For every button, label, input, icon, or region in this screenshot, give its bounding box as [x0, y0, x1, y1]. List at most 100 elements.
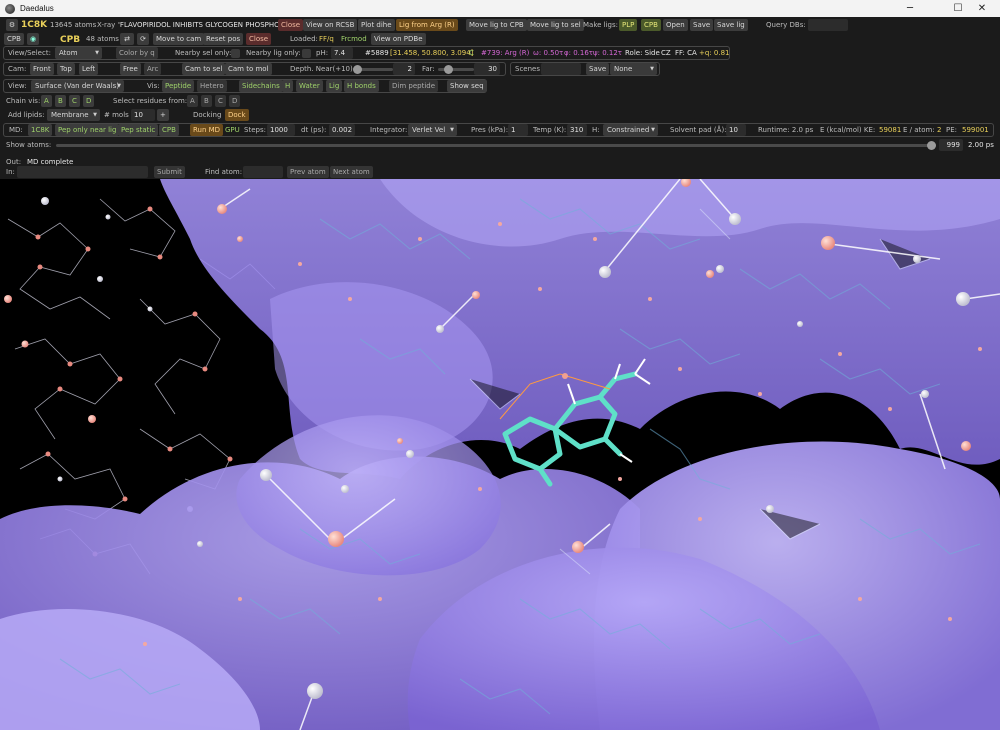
move-to-cam-button[interactable]: Move to cam	[153, 33, 205, 45]
dim-peptide-button[interactable]: Dim peptide	[389, 80, 439, 92]
add-lipids-label: Add lipids:	[8, 111, 45, 119]
vis-sidechains-button[interactable]: Sidechains	[239, 80, 283, 92]
prev-atom-button[interactable]: Prev atom	[287, 166, 329, 178]
pe-label: PE:	[946, 126, 958, 134]
show-seq-button[interactable]: Show seq	[447, 80, 487, 92]
save-lig-button[interactable]: Save lig	[714, 19, 748, 31]
depth-near-slider-knob[interactable]	[353, 65, 362, 74]
vis-hetero-button[interactable]: Hetero	[197, 80, 227, 92]
view-rcsb-button[interactable]: View on RCSB	[303, 19, 358, 31]
make-lig-cpb-button[interactable]: CPB	[641, 19, 661, 31]
chain-d-button[interactable]: D	[83, 95, 95, 107]
find-atom-input[interactable]	[243, 166, 283, 178]
close-icon[interactable]: ✕	[964, 0, 1000, 17]
refresh-icon[interactable]: ⟳	[137, 33, 149, 45]
scene-name-input[interactable]	[541, 63, 581, 75]
frame-slider-knob[interactable]	[927, 141, 936, 150]
cam-top-button[interactable]: Top	[57, 63, 75, 75]
eye-icon[interactable]: ◉	[27, 33, 39, 45]
vis-lig-button[interactable]: Lig	[326, 80, 343, 92]
frame-input[interactable]: 999	[939, 139, 963, 151]
move-lig-cpb-button[interactable]: Move lig to CPB	[466, 19, 527, 31]
row-input: In: Submit Find atom: Prev atom Next ato…	[0, 166, 1000, 179]
minimize-icon[interactable]: ─	[892, 0, 928, 17]
vis-water-button[interactable]: Water	[296, 80, 323, 92]
view-select-dropdown[interactable]: Atom	[55, 47, 102, 59]
lig-atoms: 48 atoms	[86, 35, 119, 43]
integrator-dropdown[interactable]: Verlet Vel	[408, 124, 457, 136]
atom-position: [31.458, 50.800, 3.094]	[390, 49, 474, 57]
dt-input[interactable]: 0.002	[329, 124, 355, 136]
pres-input[interactable]: 1	[508, 124, 528, 136]
pep-static-button[interactable]: Pep static	[118, 124, 159, 136]
lig-from-arg-button[interactable]: Lig from Arg (R)	[396, 19, 458, 31]
color-by-q-button[interactable]: Color by q	[116, 47, 158, 59]
depth-far-input[interactable]: 30	[474, 63, 500, 75]
query-dbs-input[interactable]	[808, 19, 848, 31]
chain-c-button[interactable]: C	[69, 95, 80, 107]
sel-chain-a-button[interactable]: A	[187, 95, 198, 107]
sel-chain-d-button[interactable]: D	[229, 95, 241, 107]
md-cpb-button[interactable]: CPB	[159, 124, 179, 136]
ph-input[interactable]: 7.4	[331, 47, 353, 59]
sel-chain-b-button[interactable]: B	[201, 95, 212, 107]
reset-pos-button[interactable]: Reset pos	[203, 33, 244, 45]
molecule-viewport[interactable]	[0, 179, 1000, 730]
cam-to-mol-button[interactable]: Cam to mol	[225, 63, 272, 75]
temp-input[interactable]: 310	[567, 124, 587, 136]
lipid-type-dropdown[interactable]: Membrane	[47, 109, 100, 121]
depth-near-input[interactable]: 2	[393, 63, 415, 75]
nearby-sel-checkbox[interactable]	[231, 49, 240, 58]
n-mols-input[interactable]: 10	[131, 109, 155, 121]
h-constraint-dropdown[interactable]: Constrained	[603, 124, 658, 136]
n-mols-label: # mols	[104, 111, 129, 119]
phi-angle: φ: 0.16τ	[564, 49, 594, 57]
cam-to-sel-button[interactable]: Cam to sel	[182, 63, 226, 75]
cam-left-button[interactable]: Left	[79, 63, 99, 75]
vis-hbonds-button[interactable]: H bonds	[344, 80, 379, 92]
scene-dropdown[interactable]: None	[610, 63, 657, 75]
open-button[interactable]: Open	[663, 19, 688, 31]
view-mode-dropdown[interactable]: Surface (Van der Waals)	[31, 80, 124, 92]
mol-description: 'FLAVOPIRIDOL INHIBITS GLYCOGEN PHOSPHOR…	[118, 21, 291, 29]
submit-button[interactable]: Submit	[154, 166, 185, 178]
plot-dihe-button[interactable]: Plot dihe	[358, 19, 395, 31]
solvent-pad-label: Solvent pad (Å):	[670, 126, 727, 134]
sel-chain-c-button[interactable]: C	[215, 95, 226, 107]
gpu-label: GPU	[225, 126, 240, 134]
scene-save-button[interactable]: Save	[586, 63, 610, 75]
vis-h-button[interactable]: H	[282, 80, 294, 92]
depth-far-slider[interactable]	[438, 68, 474, 71]
md-pdb-button[interactable]: 1C8K	[28, 124, 53, 136]
row-ligand: CPB ◉ CPB 48 atoms ⇄ ⟳ Move to cam Reset…	[0, 33, 1000, 46]
depth-far-slider-knob[interactable]	[444, 65, 454, 74]
atom-number: #5889	[365, 49, 389, 57]
command-input[interactable]	[17, 166, 148, 178]
save-button[interactable]: Save	[690, 19, 714, 31]
chain-b-button[interactable]: B	[55, 95, 66, 107]
vis-peptide-button[interactable]: Peptide	[162, 80, 195, 92]
make-lig-plp-button[interactable]: PLP	[619, 19, 638, 31]
next-atom-button[interactable]: Next atom	[330, 166, 373, 178]
close-lig-button[interactable]: Close	[246, 33, 272, 45]
chain-a-button[interactable]: A	[41, 95, 52, 107]
add-lipid-plus-button[interactable]: +	[157, 109, 169, 121]
cam-arc-button[interactable]: Arc	[144, 63, 162, 75]
swap-icon[interactable]: ⇄	[120, 33, 134, 45]
frame-slider[interactable]	[56, 144, 936, 147]
show-atoms-label: Show atoms:	[6, 141, 52, 149]
move-lig-sel-button[interactable]: Move lig to sel	[527, 19, 584, 31]
close-mol-button[interactable]: Close	[278, 19, 304, 31]
steps-input[interactable]: 1000	[267, 124, 295, 136]
lig-cpb-button[interactable]: CPB	[4, 33, 24, 45]
pep-only-near-lig-button[interactable]: Pep only near lig	[55, 124, 120, 136]
solvent-pad-input[interactable]: 10	[726, 124, 746, 136]
nearby-lig-checkbox[interactable]	[302, 49, 311, 58]
cam-free-button[interactable]: Free	[120, 63, 141, 75]
view-pdbe-button[interactable]: View on PDBe	[371, 33, 426, 45]
settings-gear-icon[interactable]: ⚙	[6, 19, 18, 31]
dock-button[interactable]: Dock	[225, 109, 249, 121]
run-md-button[interactable]: Run MD	[190, 124, 224, 136]
row-show-atoms: Show atoms: 999 2.00 ps	[0, 139, 1000, 152]
cam-front-button[interactable]: Front	[30, 63, 54, 75]
